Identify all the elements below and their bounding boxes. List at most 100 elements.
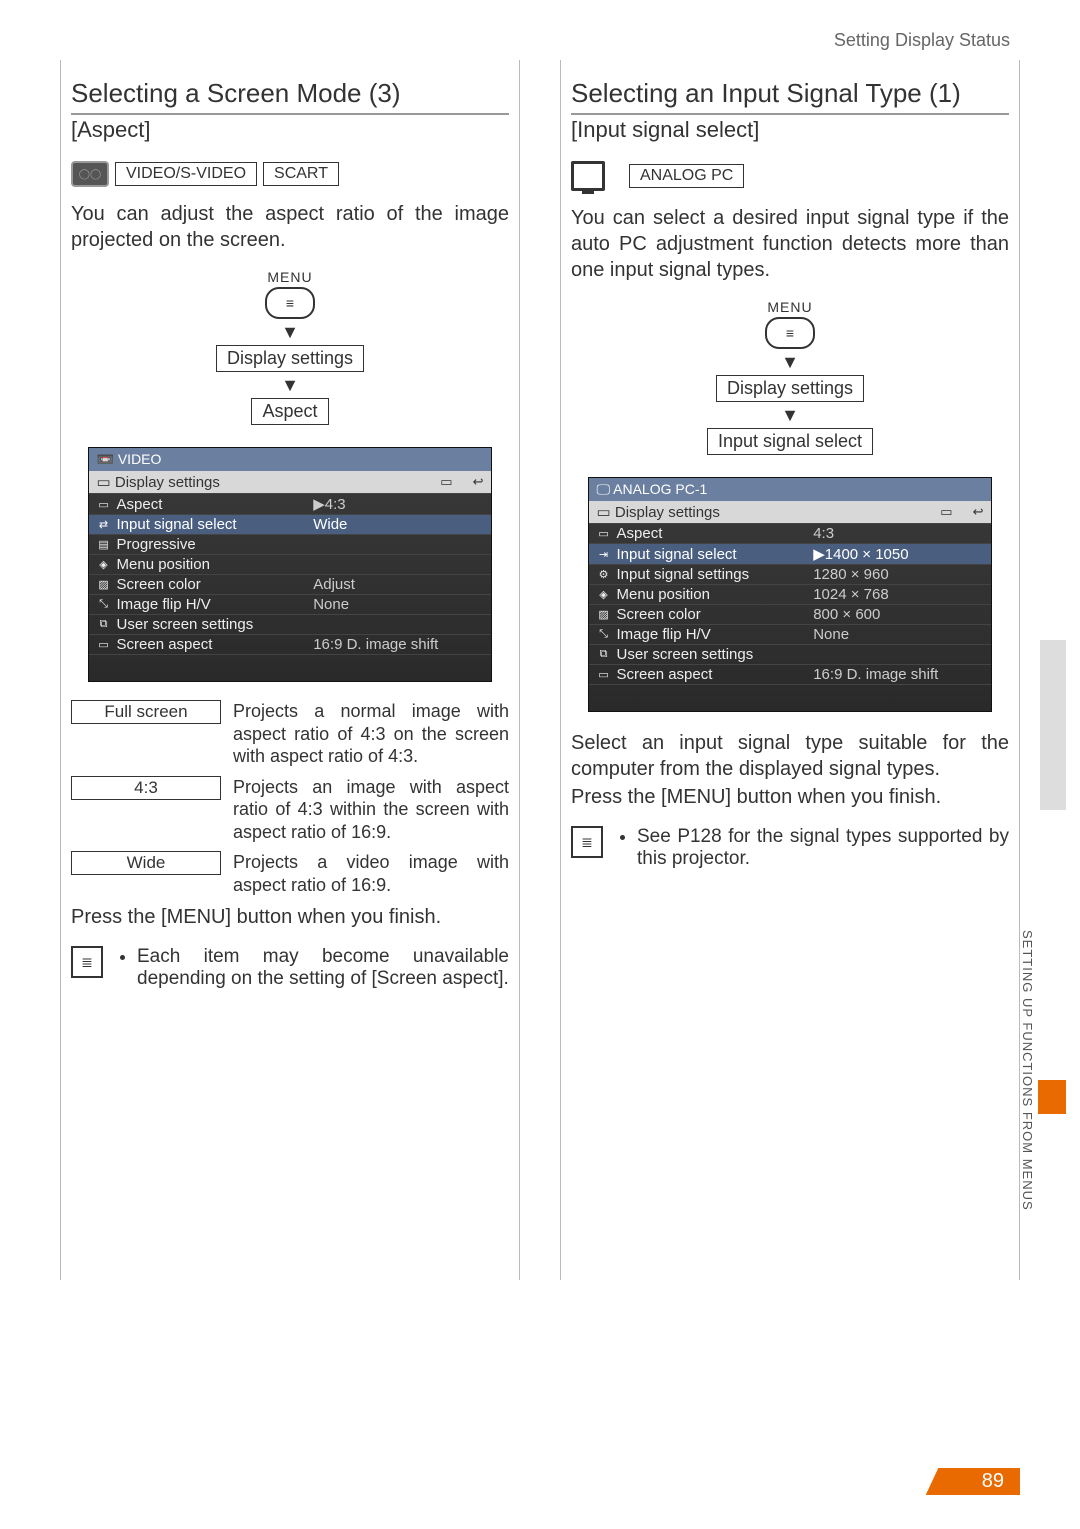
left-badges: ◯◯ VIDEO/S-VIDEO SCART <box>71 161 509 187</box>
osd-row-icon: ▨ <box>97 578 111 591</box>
osd-row-value <box>813 646 983 663</box>
osd-row: ⧉ User screen settings <box>589 644 992 664</box>
page-columns: Selecting a Screen Mode (3) [Aspect] ◯◯ … <box>0 0 1080 1320</box>
osd-row: ▨ Screen color 800 × 600 <box>589 604 992 624</box>
osd-row: ⧉User screen settings <box>89 614 492 634</box>
flow-step1: Display settings <box>716 375 864 402</box>
right-title: Selecting an Input Signal Type (1) <box>571 70 1009 115</box>
option-desc: Projects a video image with aspect ratio… <box>233 851 509 896</box>
osd-row-label: Aspect <box>617 525 663 542</box>
arrow-down-icon: ▼ <box>571 406 1009 424</box>
osd-row-value: None <box>313 596 483 613</box>
right-note-text: See P128 for the signal types supported … <box>637 826 1009 870</box>
osd-row-value: Adjust <box>313 576 483 593</box>
osd-row-value <box>313 556 483 573</box>
osd-row-value: ▶1400 × 1050 <box>813 545 983 563</box>
osd-row-label: Input signal select <box>117 516 237 533</box>
video-icon: ◯◯ <box>71 161 109 187</box>
right-osd: 🖵 ANALOG PC-1 ▭ Display settings ▭↩ ▭ Asp… <box>588 477 993 712</box>
osd-row-icon: ▭ <box>597 668 611 681</box>
arrow-down-icon: ▼ <box>71 376 509 394</box>
osd-row-value <box>313 616 483 633</box>
osd-row-icon: ▤ <box>97 538 111 551</box>
osd-row-value: 800 × 600 <box>813 606 983 623</box>
right-badges: ANALOG PC <box>571 161 1009 191</box>
left-osd: 📼 VIDEO ▭ Display settings ▭↩ ▭ Aspect ▶4:… <box>88 447 493 682</box>
option-key: 4:3 <box>71 776 221 800</box>
left-note-text: Each item may become unavailable dependi… <box>137 946 509 990</box>
option-desc: Projects an image with aspect ratio of 4… <box>233 776 509 844</box>
info-icon: ≣ <box>571 826 603 858</box>
page-header: Setting Display Status <box>834 30 1010 51</box>
osd-row: ▭Screen aspect16:9 D. image shift <box>89 634 492 654</box>
osd-row-value <box>313 536 483 553</box>
flow-step2: Aspect <box>251 398 328 425</box>
left-intro: You can adjust the aspect ratio of the i… <box>71 201 509 253</box>
left-title: Selecting a Screen Mode (3) <box>71 70 509 115</box>
osd-row-icon: ▨ <box>597 608 611 621</box>
menu-button-icon: ≡ <box>765 317 815 349</box>
flow-step1: Display settings <box>216 345 364 372</box>
osd-title-row: ▭ Display settings ▭↩ <box>589 501 992 523</box>
osd-row-label: Screen color <box>617 606 701 623</box>
osd-row: ▭ Aspect ▶4:3 <box>89 493 492 514</box>
osd-row-label: User screen settings <box>617 646 754 663</box>
osd-row: ▨ Screen color Adjust <box>89 574 492 594</box>
side-tab-grey <box>1040 640 1066 810</box>
menu-label: MENU <box>571 299 1009 315</box>
menu-label: MENU <box>71 269 509 285</box>
osd-footer <box>89 654 492 681</box>
option-row: 4:3 Projects an image with aspect ratio o… <box>71 776 509 844</box>
tab-icon: ▭ <box>940 504 952 520</box>
osd-row-label: Menu position <box>117 556 210 573</box>
osd-row-value: ▶4:3 <box>313 495 483 513</box>
page-number: 89 <box>942 1468 1020 1495</box>
osd-row-label: Input signal settings <box>617 566 750 583</box>
badge-video-svideo: VIDEO/S-VIDEO <box>115 162 257 186</box>
option-row: Wide Projects a video image with aspect r… <box>71 851 509 896</box>
osd-row-label: Aspect <box>117 496 163 513</box>
osd-row-value: Wide <box>313 516 483 533</box>
option-key: Wide <box>71 851 221 875</box>
osd-row: ▤Progressive <box>89 534 492 554</box>
osd-row: ⇥Input signal select▶1400 × 1050 <box>589 543 992 564</box>
osd-row-icon: ▭ <box>97 498 111 511</box>
osd-row-label: User screen settings <box>117 616 254 633</box>
osd-row-label: Menu position <box>617 586 710 603</box>
osd-row-value: 1280 × 960 <box>813 566 983 583</box>
osd-row: ◈ Menu position <box>89 554 492 574</box>
osd-header: 🖵 ANALOG PC-1 <box>589 478 992 501</box>
option-key: Full screen <box>71 700 221 724</box>
osd-row-icon: ⚙ <box>597 568 611 581</box>
arrow-down-icon: ▼ <box>71 323 509 341</box>
osd-title-row: ▭ Display settings ▭↩ <box>89 471 492 493</box>
osd-row-value: 1024 × 768 <box>813 586 983 603</box>
osd-row: ▭Screen aspect16:9 D. image shift <box>589 664 992 684</box>
osd-row: ⤡Image flip H/VNone <box>589 624 992 644</box>
osd-row-value: 16:9 D. image shift <box>313 636 483 653</box>
osd-row-icon: ⤡ <box>597 628 611 641</box>
tab-icon: ▭ <box>440 474 452 490</box>
osd-header: 📼 VIDEO <box>89 448 492 471</box>
menu-button-icon: ≡ <box>265 287 315 319</box>
osd-row-icon: ⇄ <box>97 518 111 531</box>
osd-row-value: 4:3 <box>813 525 983 542</box>
side-vertical-text: SETTING UP FUNCTIONS FROM MENUS <box>1020 930 1035 1211</box>
right-subtitle: [Input signal select] <box>571 117 1009 143</box>
osd-row-label: Screen aspect <box>117 636 213 653</box>
osd-row-value: 16:9 D. image shift <box>813 666 983 683</box>
badge-analog-pc: ANALOG PC <box>629 164 744 188</box>
left-finish: Press the [MENU] button when you finish. <box>71 904 509 930</box>
osd-row: ⚙ Input signal settings 1280 × 960 <box>589 564 992 584</box>
osd-row-icon: ⧉ <box>597 648 611 661</box>
osd-row-label: Screen color <box>117 576 201 593</box>
left-column: Selecting a Screen Mode (3) [Aspect] ◯◯ … <box>60 60 520 1280</box>
osd-row: ⤡Image flip H/VNone <box>89 594 492 614</box>
right-intro: You can select a desired input signal ty… <box>571 205 1009 283</box>
right-after1: Select an input signal type suitable for… <box>571 730 1009 782</box>
arrow-down-icon: ▼ <box>571 353 1009 371</box>
side-tab-orange <box>1038 1080 1066 1114</box>
right-note: ≣ See P128 for the signal types supporte… <box>571 826 1009 870</box>
osd-row-icon: ◈ <box>597 588 611 601</box>
osd-row-icon: ◈ <box>97 558 111 571</box>
